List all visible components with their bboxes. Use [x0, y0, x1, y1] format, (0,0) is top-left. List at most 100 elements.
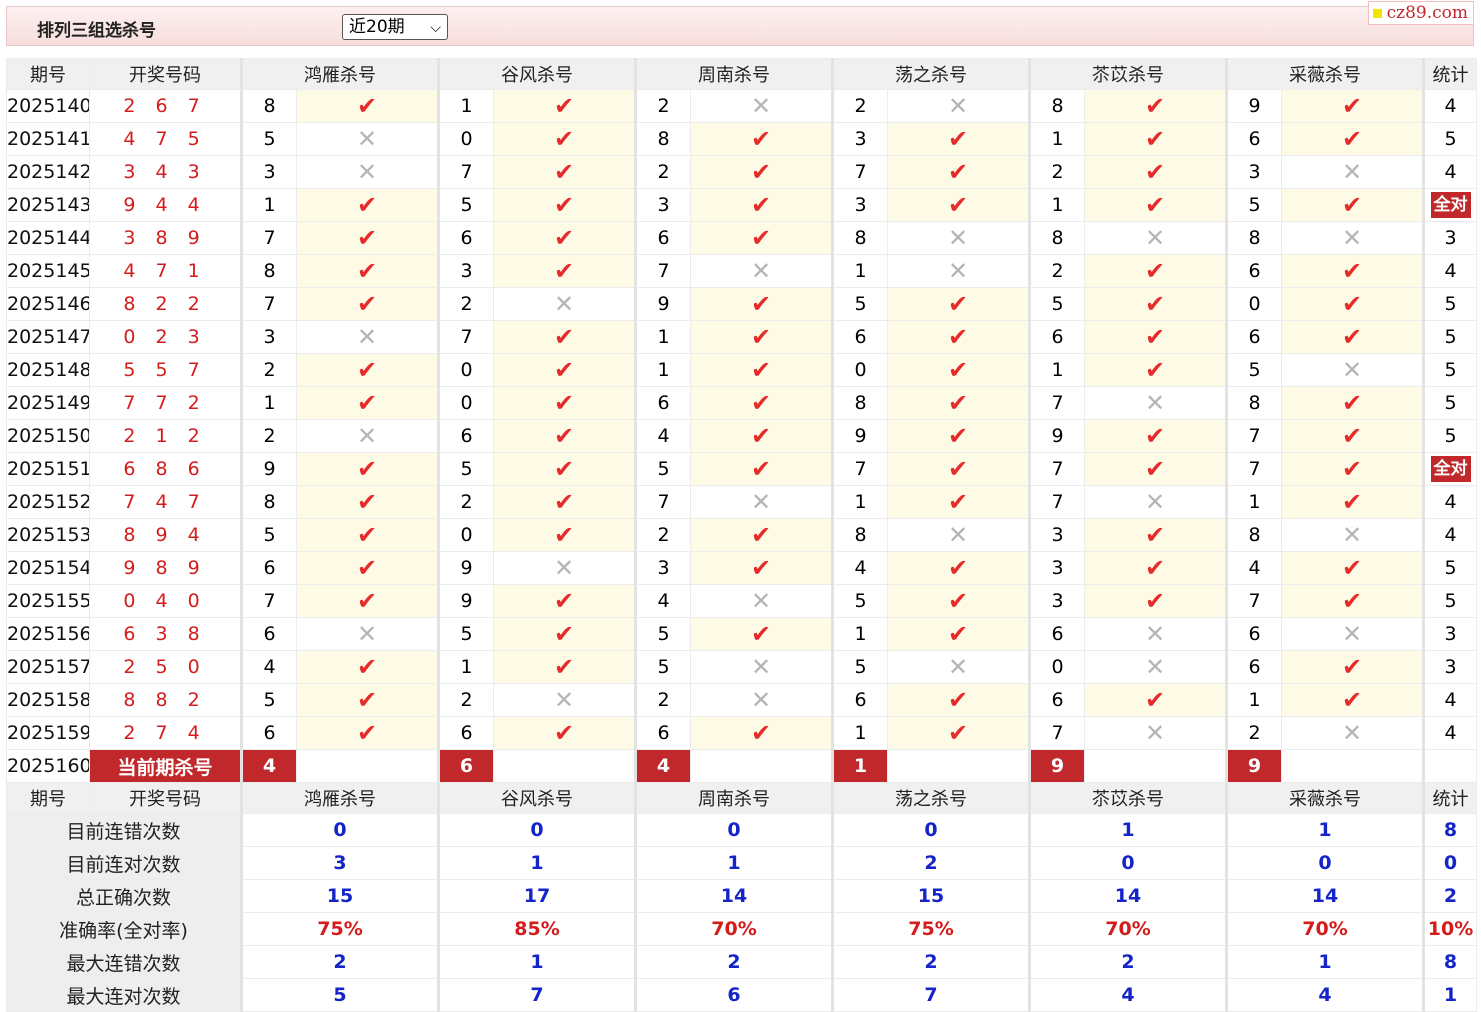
kill-number-cell: 0: [437, 518, 494, 552]
stat-value: 70%: [1028, 912, 1227, 946]
stat-value: 14: [1028, 879, 1227, 913]
stat-value: 75%: [240, 912, 439, 946]
issue-cell: 2025152: [6, 485, 90, 519]
issue-cell: 2025145: [6, 254, 90, 288]
expert-header: 采薇杀号: [1225, 782, 1424, 814]
check-icon: ✔: [553, 157, 575, 186]
draw-number-cell: 2 6 7: [89, 89, 242, 123]
count-cell: 全对: [1422, 452, 1477, 486]
check-icon: ✔: [553, 256, 575, 285]
result-cell: ✕: [1281, 221, 1424, 255]
result-cell: ✕: [296, 122, 439, 156]
result-cell: ✔: [493, 485, 636, 519]
kill-number-cell: 7: [1028, 452, 1085, 486]
result-cell: ✔: [493, 89, 636, 123]
kill-number-cell: 5: [437, 188, 494, 222]
kill-number-cell: 8: [240, 89, 297, 123]
stat-value: 1: [437, 846, 636, 880]
issue-cell: 2025146: [6, 287, 90, 321]
result-cell: ✔: [1281, 551, 1424, 585]
kill-number-cell: 1: [1225, 485, 1282, 519]
brand-logo[interactable]: cz89.com: [1367, 1, 1474, 25]
result-cell: ✔: [690, 386, 833, 420]
result-cell: ✕: [1084, 485, 1227, 519]
kill-number-cell: 7: [1225, 419, 1282, 453]
current-issue-row: 2025160 当前期杀号 4 6 4 1 9 9: [6, 749, 1477, 783]
result-cell: ✔: [887, 419, 1030, 453]
result-cell: ✔: [493, 221, 636, 255]
table-row: 2025159 2 7 4 6 ✔ 6 ✔ 6 ✔ 1 ✔ 7 ✕ 2 ✕ 4: [6, 716, 1477, 750]
result-cell: ✔: [296, 89, 439, 123]
check-icon: ✔: [750, 454, 772, 483]
check-icon: ✔: [356, 685, 378, 714]
stat-label: 目前连错次数: [6, 813, 242, 847]
kill-number-cell: 5: [240, 518, 297, 552]
count-value: 3: [1444, 227, 1457, 249]
kill-number-cell: 6: [831, 683, 888, 717]
kill-number-cell: 2: [437, 287, 494, 321]
kill-number-cell: 8: [240, 485, 297, 519]
result-cell: ✔: [690, 287, 833, 321]
stat-value: 1: [634, 846, 833, 880]
check-icon: ✔: [750, 718, 772, 747]
kill-number-cell: 3: [831, 122, 888, 156]
issue-cell: 2025148: [6, 353, 90, 387]
result-cell: ✔: [493, 155, 636, 189]
kill-number-cell: 6: [1225, 617, 1282, 651]
check-icon: ✔: [947, 619, 969, 648]
result-cell: ✕: [296, 617, 439, 651]
stats-row: 目前连错次数 0 0 0 0 1 1 8: [6, 813, 1477, 847]
result-cell: ✔: [1281, 188, 1424, 222]
kill-number-cell: 1: [831, 716, 888, 750]
page-header: 排列三组选杀号 近20期 ⌵ cz89.com: [6, 1, 1474, 46]
result-cell: ✔: [887, 716, 1030, 750]
stat-label: 准确率(全对率): [6, 912, 242, 946]
stat-total: 10%: [1422, 912, 1477, 946]
table-row: 2025149 7 7 2 1 ✔ 0 ✔ 6 ✔ 8 ✔ 7 ✕ 8 ✔ 5: [6, 386, 1477, 420]
draw-number-cell: 3 8 9: [89, 221, 242, 255]
kill-number-cell: 5: [437, 452, 494, 486]
check-icon: ✔: [1144, 520, 1166, 549]
check-icon: ✔: [356, 223, 378, 252]
expert-header: 采薇杀号: [1225, 58, 1424, 90]
result-cell: ✔: [493, 188, 636, 222]
kill-number-cell: 5: [240, 683, 297, 717]
stats-row: 总正确次数 15 17 14 15 14 14 2: [6, 879, 1477, 913]
table-row: 2025141 4 7 5 5 ✕ 0 ✔ 8 ✔ 3 ✔ 1 ✔ 6 ✔ 5: [6, 122, 1477, 156]
count-value: 4: [1444, 491, 1457, 513]
result-cell: ✔: [296, 485, 439, 519]
check-icon: ✔: [356, 91, 378, 120]
check-icon: ✔: [553, 223, 575, 252]
count-cell: 3: [1422, 617, 1477, 651]
kill-number-cell: 7: [1028, 485, 1085, 519]
result-cell: ✔: [493, 584, 636, 618]
result-cell: ✔: [887, 287, 1030, 321]
result-cell: ✔: [690, 617, 833, 651]
check-icon: ✔: [553, 124, 575, 153]
result-cell: ✔: [1281, 485, 1424, 519]
count-cell: 5: [1422, 584, 1477, 618]
table-row: 2025147 0 2 3 3 ✕ 7 ✔ 1 ✔ 6 ✔ 6 ✔ 6 ✔ 5: [6, 320, 1477, 354]
stat-label: 目前连对次数: [6, 846, 242, 880]
kill-number-cell: 9: [240, 452, 297, 486]
kill-number-cell: 7: [240, 287, 297, 321]
result-cell: ✔: [1281, 122, 1424, 156]
result-cell: ✔: [1084, 320, 1227, 354]
result-cell: ✔: [1084, 518, 1227, 552]
result-cell: ✔: [296, 353, 439, 387]
check-icon: ✔: [1144, 553, 1166, 582]
cross-icon: ✕: [1341, 157, 1363, 186]
check-icon: ✔: [750, 157, 772, 186]
kill-number-cell: 3: [1028, 551, 1085, 585]
result-cell: ✕: [1084, 650, 1227, 684]
check-icon: ✔: [553, 586, 575, 615]
result-cell: ✕: [690, 683, 833, 717]
cross-icon: ✕: [947, 223, 969, 252]
count-value: 5: [1444, 293, 1457, 315]
kill-number-cell: 6: [1028, 320, 1085, 354]
issue-header: 期号: [6, 782, 90, 814]
check-icon: ✔: [1341, 289, 1363, 318]
period-select[interactable]: 近20期 ⌵: [342, 14, 448, 40]
check-icon: ✔: [356, 718, 378, 747]
result-cell: ✕: [296, 155, 439, 189]
